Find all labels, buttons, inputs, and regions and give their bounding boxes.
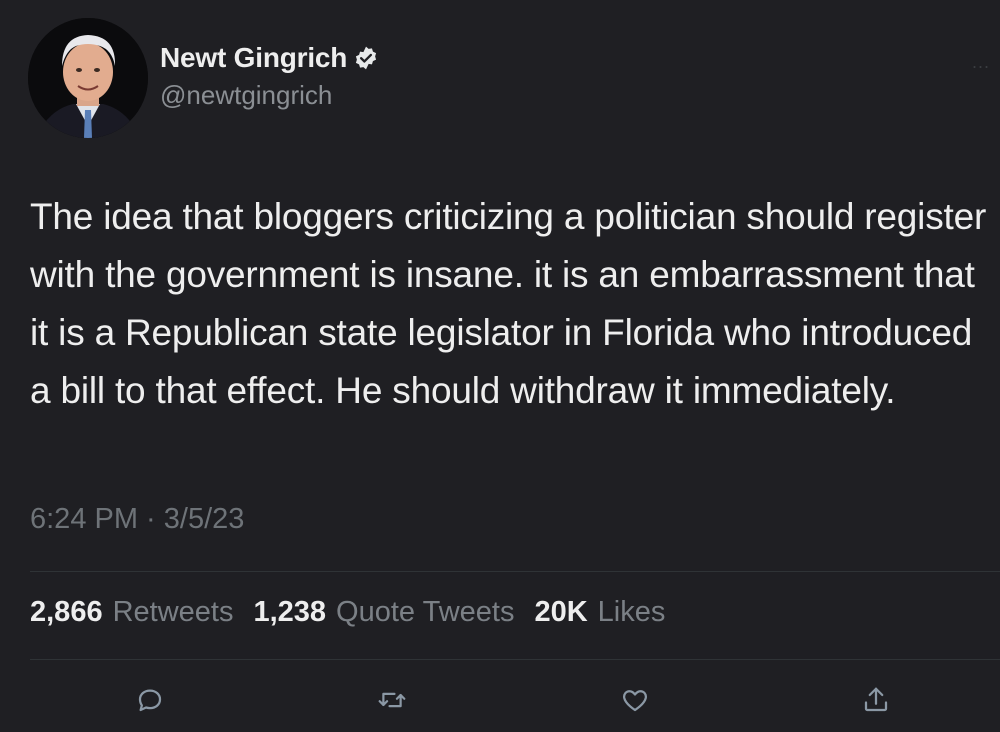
display-name[interactable]: Newt Gingrich [160,42,347,74]
share-icon [864,687,888,712]
likes-count[interactable]: 20K [534,596,587,629]
reply-icon [138,689,162,712]
likes-label[interactable]: Likes [598,596,666,629]
tweet-header: Newt Gingrich @newtgingrich [28,18,379,138]
retweet-icon [378,692,406,708]
tweet-card: Newt Gingrich @newtgingrich ... The idea… [0,0,1000,732]
display-name-row: Newt Gingrich [160,42,379,74]
retweets-label[interactable]: Retweets [113,596,234,629]
quotes-count[interactable]: 1,238 [253,596,326,629]
retweet-button[interactable] [374,682,410,718]
divider [30,571,1000,572]
like-button[interactable] [617,682,653,718]
like-icon [623,690,647,712]
verified-badge-icon [353,45,379,71]
tweet-timestamp[interactable]: 6:24 PM · 3/5/23 [30,503,244,536]
share-button[interactable] [858,682,894,718]
user-names: Newt Gingrich @newtgingrich [160,42,379,111]
avatar[interactable] [28,18,148,138]
retweets-count[interactable]: 2,866 [30,596,103,629]
user-handle[interactable]: @newtgingrich [160,80,379,111]
quotes-label[interactable]: Quote Tweets [336,596,514,629]
reply-button[interactable] [132,682,168,718]
avatar-image [28,18,148,138]
engagement-stats: 2,866 Retweets 1,238 Quote Tweets 20K Li… [30,596,675,629]
tweet-text: The idea that bloggers criticizing a pol… [30,196,987,411]
more-options-icon[interactable]: ... [972,52,990,73]
divider [30,659,1000,660]
